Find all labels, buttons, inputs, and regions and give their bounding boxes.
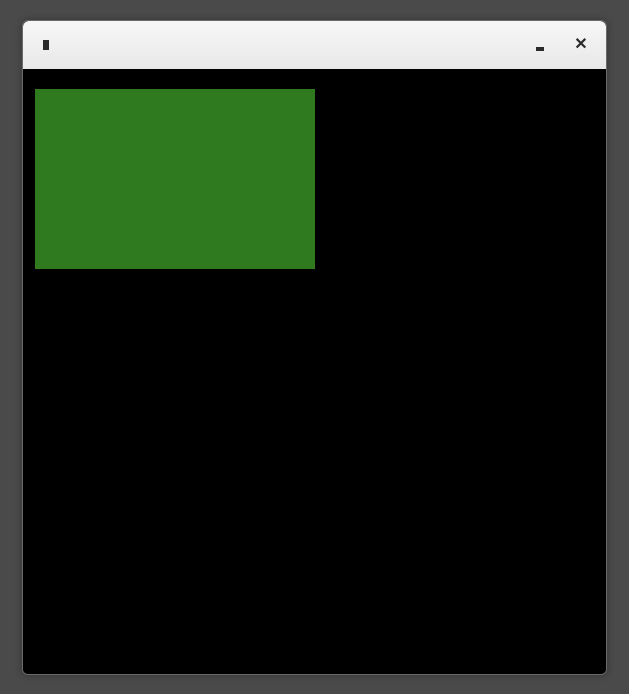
titlebar-left xyxy=(41,39,51,51)
content-area xyxy=(23,69,606,674)
close-button[interactable]: ✕ xyxy=(574,38,588,52)
minimize-icon xyxy=(536,47,544,51)
green-rectangle xyxy=(35,89,315,269)
titlebar[interactable]: ✕ xyxy=(23,21,606,69)
app-icon xyxy=(41,39,51,51)
close-icon: ✕ xyxy=(574,37,587,53)
titlebar-controls: ✕ xyxy=(534,38,588,52)
application-window: ✕ xyxy=(22,20,607,675)
minimize-button[interactable] xyxy=(534,39,546,51)
